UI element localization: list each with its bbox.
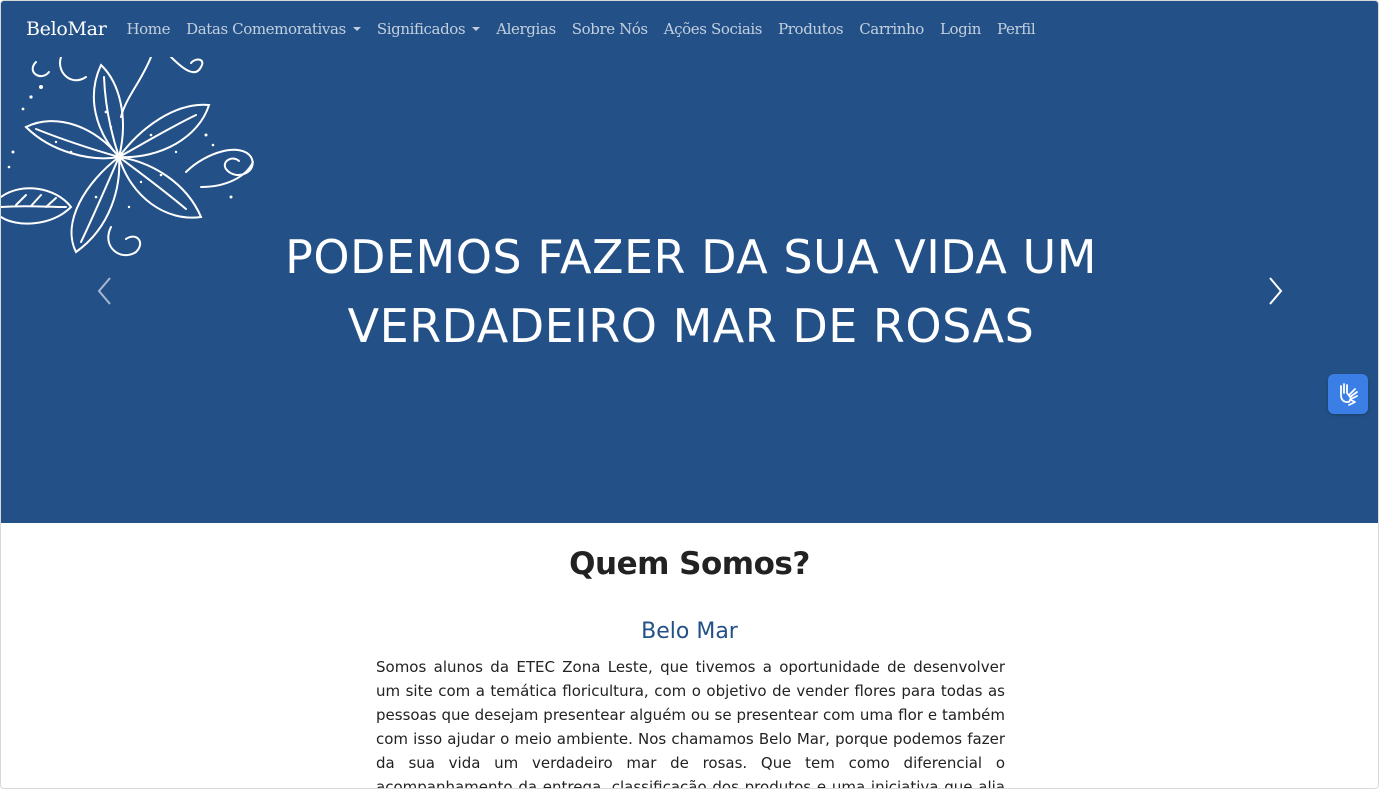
about-subtitle: Belo Mar	[641, 619, 738, 644]
nav-produtos-label: Produtos	[778, 20, 844, 38]
nav-home-label: Home	[126, 20, 171, 38]
nav-acoes-sociais[interactable]: Ações Sociais	[656, 20, 770, 38]
nav-sobre-nos[interactable]: Sobre Nós	[564, 20, 656, 38]
accessibility-button[interactable]	[1328, 374, 1368, 414]
brand-logo[interactable]: BeloMar	[26, 18, 107, 40]
sign-language-hands-icon	[1340, 383, 1358, 406]
caret-down-icon	[352, 27, 361, 31]
nav-alergias[interactable]: Alergias	[488, 20, 564, 38]
carousel-caption-line2: VERDADEIRO MAR DE ROSAS	[347, 299, 1035, 353]
navbar: BeloMar Home Datas Comemorativas Signifi…	[1, 1, 1378, 57]
nav-significados-dropdown[interactable]: Significados	[369, 20, 488, 38]
nav-sobre-nos-label: Sobre Nós	[571, 20, 648, 38]
caret-down-icon	[472, 27, 481, 31]
nav-perfil-label: Perfil	[997, 20, 1036, 38]
nav-datas-comemorativas-dropdown[interactable]: Datas Comemorativas	[178, 20, 369, 38]
nav-carrinho[interactable]: Carrinho	[851, 20, 932, 38]
about-text: Somos alunos da ETEC Zona Leste, que tiv…	[376, 658, 1005, 789]
carousel-caption-line1: PODEMOS FAZER DA SUA VIDA UM	[285, 230, 1097, 284]
nav-produtos[interactable]: Produtos	[770, 20, 851, 38]
nav-datas-label: Datas Comemorativas	[186, 20, 346, 38]
nav-significados-label: Significados	[376, 20, 466, 38]
carousel-next-button[interactable]	[1245, 261, 1305, 321]
nav-home[interactable]: Home	[119, 20, 179, 38]
flower-illustration	[1, 57, 254, 257]
nav-login-label: Login	[939, 20, 981, 38]
carousel-caption: PODEMOS FAZER DA SUA VIDA UM VERDADEIRO …	[241, 223, 1141, 361]
nav-login[interactable]: Login	[932, 20, 989, 38]
page-frame: BeloMar Home Datas Comemorativas Signifi…	[0, 0, 1379, 789]
hero-carousel: BeloMar Home Datas Comemorativas Signifi…	[1, 1, 1378, 523]
nav-carrinho-label: Carrinho	[859, 20, 924, 38]
nav-alergias-label: Alergias	[496, 20, 556, 38]
chevron-left-icon	[97, 277, 111, 305]
nav-acoes-sociais-label: Ações Sociais	[663, 20, 763, 38]
about-title: Quem Somos?	[569, 546, 810, 582]
nav-perfil[interactable]: Perfil	[989, 20, 1043, 38]
chevron-right-icon	[1269, 277, 1283, 305]
carousel-prev-button[interactable]	[75, 261, 135, 321]
